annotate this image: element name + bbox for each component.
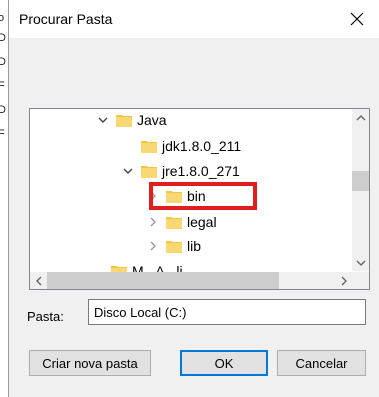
highlight-box <box>149 182 257 210</box>
folder-tree[interactable]: Java jdk1.8.0_211 jre1.8.0_271 bin legal… <box>29 108 370 290</box>
background-text-fragment: F <box>0 80 5 92</box>
chevron-right-icon[interactable] <box>146 215 160 229</box>
chevron-right-icon[interactable] <box>146 239 160 253</box>
cancel-button[interactable]: Cancelar <box>277 350 366 376</box>
title-bar: Procurar Pasta <box>9 0 379 38</box>
scroll-down-button[interactable] <box>352 254 369 271</box>
chevron-down-icon <box>356 260 365 266</box>
close-button[interactable] <box>334 0 379 38</box>
tree-node-label: lib <box>187 238 202 254</box>
dialog-title: Procurar Pasta <box>19 11 113 27</box>
tree-node-legal[interactable]: legal <box>146 211 217 233</box>
background-text-fragment: D <box>0 32 6 44</box>
scroll-up-button[interactable] <box>352 109 369 126</box>
folder-icon <box>116 115 132 127</box>
browse-folder-dialog: Procurar Pasta Java jdk1.8.0_211 jre1.8.… <box>8 0 379 397</box>
tree-node-label: legal <box>187 214 217 230</box>
horizontal-scrollbar[interactable] <box>30 272 352 289</box>
tree-node-lib[interactable]: lib <box>146 235 201 257</box>
folder-icon <box>166 241 182 253</box>
background-text-fragment: D <box>0 104 6 116</box>
folder-icon <box>141 141 157 153</box>
chevron-right-icon <box>341 276 347 285</box>
ok-button[interactable]: OK <box>180 350 268 376</box>
chevron-left-icon <box>35 276 41 285</box>
background-text-fragment: F <box>0 128 5 140</box>
vertical-scroll-thumb[interactable] <box>352 171 369 191</box>
new-folder-button[interactable]: Criar nova pasta <box>29 350 151 376</box>
folder-icon <box>141 166 157 178</box>
background-text-fragment: D <box>0 56 6 68</box>
tree-node-jdk[interactable]: jdk1.8.0_211 <box>121 135 241 157</box>
chevron-right-icon[interactable] <box>121 139 135 153</box>
scrollbar-corner <box>352 272 369 289</box>
tree-node-label: Java <box>137 112 167 128</box>
chevron-up-icon <box>356 114 365 120</box>
tree-node-label: jdk1.8.0_211 <box>162 138 242 154</box>
tree-node-label: jre1.8.0_271 <box>162 163 240 179</box>
close-icon <box>350 12 364 26</box>
tree-node-java[interactable]: Java <box>96 109 167 131</box>
folder-icon <box>166 217 182 229</box>
folder-field-label: Pasta: <box>27 309 64 324</box>
background-text-fragment: o <box>0 12 5 24</box>
scroll-left-button[interactable] <box>30 272 47 289</box>
chevron-down-icon[interactable] <box>121 164 135 178</box>
horizontal-scroll-thumb[interactable] <box>47 272 279 289</box>
tree-node-jre[interactable]: jre1.8.0_271 <box>121 160 240 182</box>
vertical-scrollbar[interactable] <box>352 109 369 271</box>
scroll-right-button[interactable] <box>335 272 352 289</box>
folder-path-input[interactable]: Disco Local (C:) <box>88 299 366 325</box>
chevron-down-icon[interactable] <box>96 113 110 127</box>
